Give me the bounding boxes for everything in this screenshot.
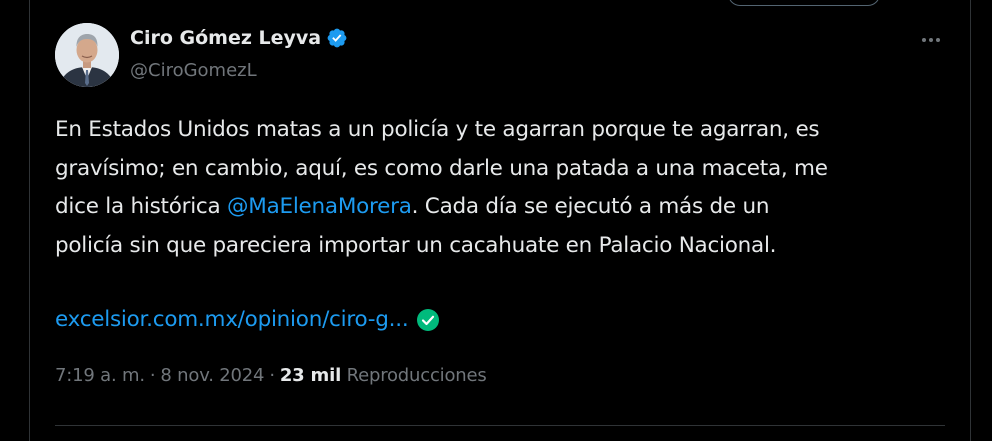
tweet-text-segment: dice la histórica (55, 194, 228, 219)
divider (55, 425, 945, 426)
avatar[interactable] (55, 23, 119, 87)
verified-badge-icon[interactable] (326, 27, 348, 49)
views-count[interactable]: 23 mil (280, 365, 341, 386)
more-horizontal-icon-dot (922, 38, 926, 42)
external-link[interactable]: excelsior.com.mx/opinion/ciro-g... (55, 301, 409, 339)
tweet-text: En Estados Unidos matas a un policía y t… (55, 111, 945, 265)
avatar-photo (55, 23, 119, 87)
tweet-time[interactable]: 7:19 a. m. (55, 365, 145, 386)
more-horizontal-icon-dot (929, 38, 933, 42)
mention-link[interactable]: @MaElenaMorera (227, 194, 412, 219)
views-label: Reproducciones (346, 365, 487, 386)
tweet-text-line: gravísimo; en cambio, aquí, es como darl… (55, 155, 828, 181)
tweet-screen: Ciro Gómez Leyva @CiroGomezL En Estados … (0, 0, 992, 441)
more-horizontal-icon-dot (936, 38, 940, 42)
tweet-text-line: En Estados Unidos matas a un policía y t… (55, 117, 820, 142)
author-handle[interactable]: @CiroGomezL (130, 60, 257, 81)
tweet-date[interactable]: 8 nov. 2024 (160, 365, 264, 386)
more-options-button[interactable] (914, 28, 948, 52)
author-name-row[interactable]: Ciro Gómez Leyva (130, 27, 348, 49)
check-circle-icon (417, 309, 440, 331)
tweet-text-line: policía sin que pareciera importar un ca… (55, 232, 777, 258)
tweet-text-line: dice la histórica @MaElenaMorera. Cada d… (55, 188, 945, 227)
tweet-text-segment: . Cada día se ejecutó a más de un (411, 194, 770, 219)
author-display-name[interactable]: Ciro Gómez Leyva (130, 27, 321, 49)
external-link-row: excelsior.com.mx/opinion/ciro-g... (55, 301, 440, 339)
meta-separator: · (269, 365, 275, 386)
tweet-card: Ciro Gómez Leyva @CiroGomezL En Estados … (30, 0, 970, 441)
meta-separator: · (149, 365, 156, 386)
timeline-border-right (970, 0, 971, 441)
tweet-meta: 7:19 a. m. · 8 nov. 2024 · 23 mil Reproducci… (55, 365, 487, 386)
